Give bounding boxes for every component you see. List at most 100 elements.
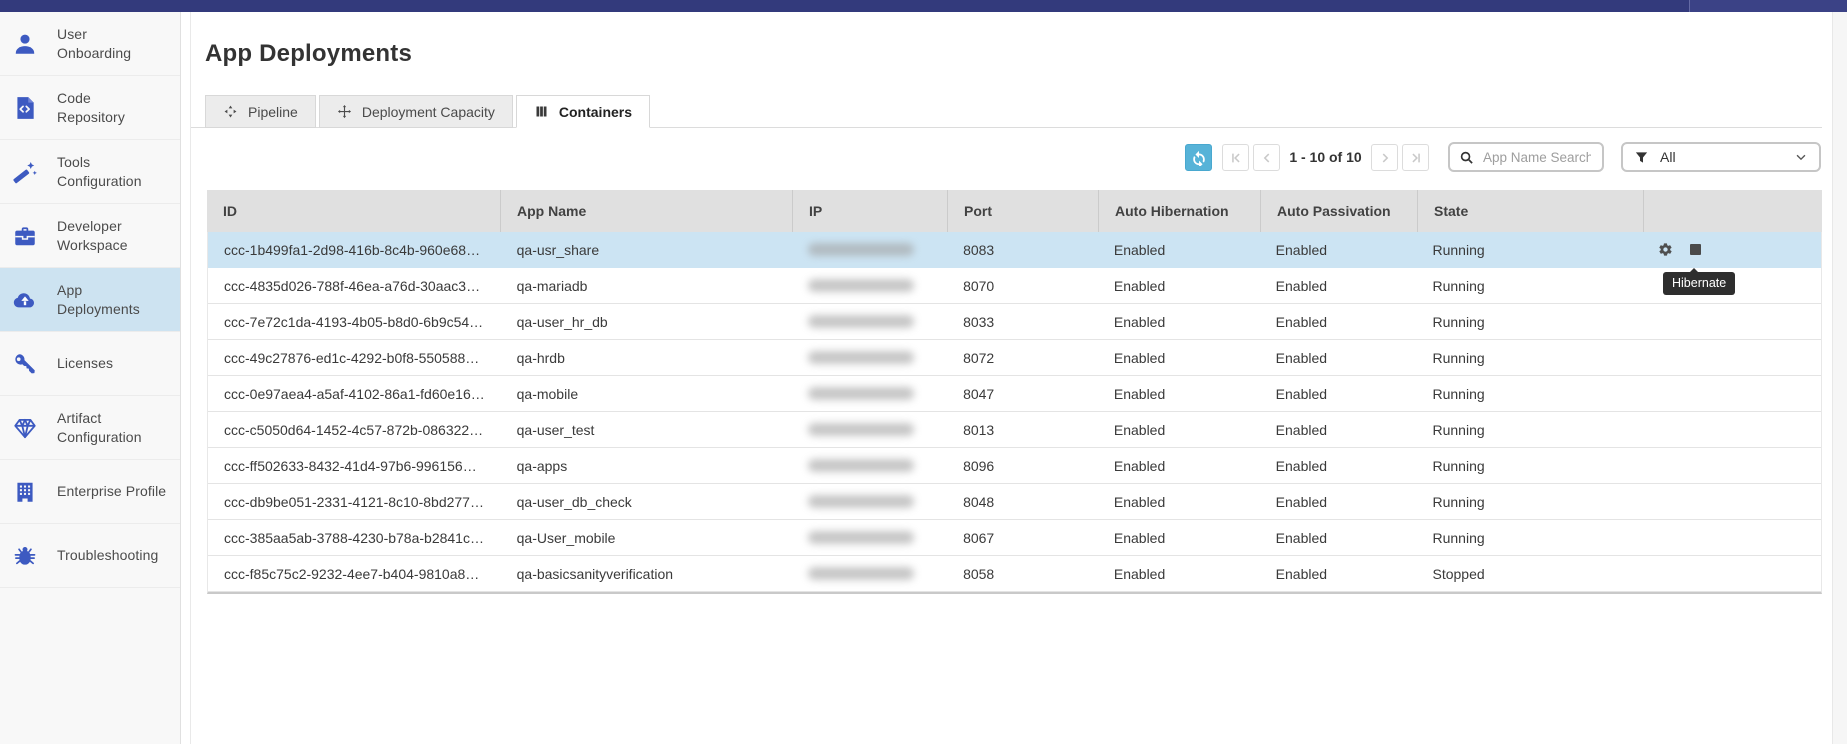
sidebar-item-developer-workspace[interactable]: Developer Workspace [0,204,180,268]
sidebar-item-label: Developer Workspace [57,217,128,253]
table-row[interactable]: ccc-c5050d64-1452-4c57-872b-086322…qa-us… [208,412,1821,448]
ip-redacted-blur [808,387,914,400]
cell-port: 8096 [947,448,1098,483]
cell-ip [792,484,947,519]
sidebar-item-label: Tools Configuration [57,153,142,189]
hibernate-stop-icon[interactable] [1690,244,1701,255]
cell-ip [792,556,947,591]
filter-funnel-icon [1634,150,1649,165]
cell-state: Running [1416,340,1642,375]
cell-actions [1642,448,1821,483]
key-icon [12,351,38,377]
cell-auto-passivation: Enabled [1260,412,1417,447]
cell-state: Stopped [1416,556,1642,591]
cell-port: 8070 [947,268,1098,303]
cell-auto-passivation: Enabled [1260,520,1417,555]
table-body: ccc-1b499fa1-2d98-416b-8c4b-960e68… qa-us… [207,232,1822,594]
cell-id: ccc-db9be051-2331-4121-8c10-8bd277… [208,484,501,519]
tab-bar: Pipeline Deployment Capacity Containers [205,95,650,128]
ip-redacted-blur [808,423,914,436]
column-header-app-name: App Name [500,190,792,232]
ip-redacted-blur [808,459,914,472]
sidebar-item-label: App Deployments [57,281,140,317]
search-input[interactable] [1481,149,1593,166]
first-page-button[interactable] [1222,144,1249,171]
table-row[interactable]: ccc-385aa5ab-3788-4230-b78a-b2841c…qa-Us… [208,520,1821,556]
tab-label: Pipeline [248,104,298,120]
app-name-search-box [1448,142,1604,172]
table-row[interactable]: ccc-4835d026-788f-46ea-a76d-30aac3…qa-ma… [208,268,1821,304]
sidebar-item-enterprise-profile[interactable]: Enterprise Profile [0,460,180,524]
sidebar-item-code-repository[interactable]: Code Repository [0,76,180,140]
table-row[interactable]: ccc-f85c75c2-9232-4ee7-b404-9810a8…qa-ba… [208,556,1821,592]
cell-auto-hibernation: Enabled [1098,448,1260,483]
cell-app-name: qa-mariadb [501,268,793,303]
table-row[interactable]: ccc-db9be051-2331-4121-8c10-8bd277…qa-us… [208,484,1821,520]
cell-actions [1642,340,1821,375]
cell-auto-hibernation: Enabled [1098,304,1260,339]
cell-app-name: qa-user_test [501,412,793,447]
cell-actions [1642,556,1821,591]
next-page-icon [1378,151,1392,165]
toolbox-icon [12,223,38,249]
tab-label: Containers [559,104,632,120]
cell-id: ccc-1b499fa1-2d98-416b-8c4b-960e68… [208,232,501,267]
cell-id: ccc-0e97aea4-a5af-4102-86a1-fd60e16… [208,376,501,411]
table-row[interactable]: ccc-7e72c1da-4193-4b05-b8d0-6b9c54…qa-us… [208,304,1821,340]
ip-redacted-blur [808,243,914,256]
sidebar-item-label: Troubleshooting [57,546,158,564]
tab-pipeline[interactable]: Pipeline [205,95,316,128]
cell-actions [1642,520,1821,555]
page-title: App Deployments [205,40,412,68]
sidebar-item-user-onboarding[interactable]: User Onboarding [0,12,180,76]
user-icon [12,31,38,57]
sidebar-item-label: Enterprise Profile [57,482,166,500]
refresh-button[interactable] [1185,144,1212,171]
diamond-icon [12,415,38,441]
ip-redacted-blur [808,567,914,580]
settings-gear-icon[interactable] [1658,242,1673,257]
last-page-icon [1409,151,1423,165]
cell-port: 8058 [947,556,1098,591]
table-row[interactable]: ccc-ff502633-8432-41d4-97b6-996156…qa-ap… [208,448,1821,484]
table-row[interactable]: ccc-49c27876-ed1c-4292-b0f8-550588…qa-hr… [208,340,1821,376]
table-row[interactable]: ccc-1b499fa1-2d98-416b-8c4b-960e68…qa-us… [208,232,1821,268]
cell-ip [792,304,947,339]
previous-page-icon [1260,151,1274,165]
ip-redacted-blur [808,495,914,508]
columns-icon [534,104,549,119]
cell-state: Running [1416,304,1642,339]
search-icon [1459,150,1474,165]
sidebar-item-tools-configuration[interactable]: Tools Configuration [0,140,180,204]
last-page-button[interactable] [1402,144,1429,171]
previous-page-button[interactable] [1253,144,1280,171]
sidebar-item-label: Licenses [57,354,113,372]
hibernate-tooltip: Hibernate [1663,272,1735,295]
cell-state: Running [1416,412,1642,447]
sidebar-item-licenses[interactable]: Licenses [0,332,180,396]
cell-state: Running [1416,376,1642,411]
cell-auto-passivation: Enabled [1260,556,1417,591]
cell-auto-hibernation: Enabled [1098,412,1260,447]
tab-containers[interactable]: Containers [516,95,650,128]
cell-port: 8067 [947,520,1098,555]
cell-app-name: qa-user_db_check [501,484,793,519]
table-row[interactable]: ccc-0e97aea4-a5af-4102-86a1-fd60e16…qa-m… [208,376,1821,412]
cell-port: 8013 [947,412,1098,447]
cell-actions [1642,304,1821,339]
cell-auto-hibernation: Enabled [1098,484,1260,519]
sidebar-item-app-deployments[interactable]: App Deployments [0,268,180,332]
tab-deployment-capacity[interactable]: Deployment Capacity [319,95,513,128]
next-page-button[interactable] [1371,144,1398,171]
sidebar-item-troubleshooting[interactable]: Troubleshooting [0,524,180,588]
filter-dropdown[interactable]: All [1621,142,1821,172]
sidebar-item-artifact-configuration[interactable]: Artifact Configuration [0,396,180,460]
ip-redacted-blur [808,279,914,292]
cell-actions [1642,484,1821,519]
ip-redacted-blur [808,351,914,364]
cell-app-name: qa-User_mobile [501,520,793,555]
cell-auto-passivation: Enabled [1260,376,1417,411]
cell-ip [792,520,947,555]
column-header-auto-hibernation: Auto Hibernation [1098,190,1260,232]
sidebar-item-label: Code Repository [57,89,125,125]
